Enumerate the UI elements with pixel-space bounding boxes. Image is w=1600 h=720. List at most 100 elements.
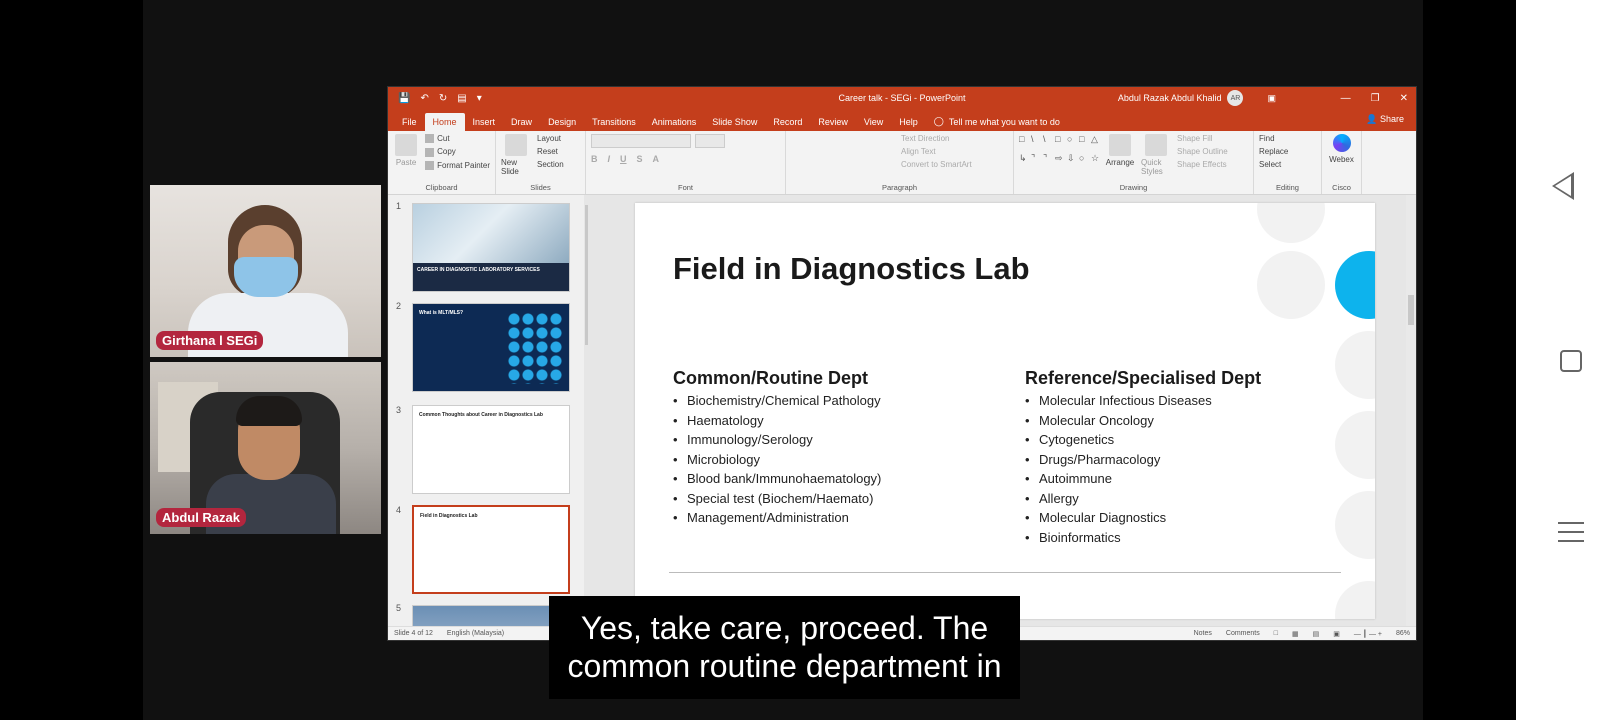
slide-thumbnail-1[interactable]: CAREER IN DIAGNOSTIC LABORATORY SERVICES (412, 203, 570, 292)
shape-fill-button[interactable]: Shape Fill (1177, 134, 1228, 143)
menu-icon[interactable] (1558, 522, 1584, 544)
share-button[interactable]: 👤 Share (1366, 114, 1404, 125)
strikethrough-icon[interactable]: S (637, 154, 643, 164)
minimize-icon[interactable]: — (1341, 93, 1351, 104)
slide-sorter-icon[interactable]: ▦ (1292, 630, 1299, 638)
tab-draw[interactable]: Draw (503, 113, 540, 131)
copy-button[interactable]: Copy (425, 147, 490, 157)
arrange-button[interactable]: Arrange (1105, 134, 1135, 182)
ribbon-display-icon[interactable]: ▣ (1267, 93, 1276, 104)
copy-icon (425, 147, 435, 157)
align-text-button[interactable]: Align Text (901, 147, 1008, 156)
new-slide-button[interactable]: New Slide (501, 134, 531, 182)
caption-line: common routine department in (567, 648, 1002, 684)
tab-file[interactable]: File (394, 113, 425, 131)
tab-transitions[interactable]: Transitions (584, 113, 644, 131)
comments-button[interactable]: Comments (1226, 630, 1260, 638)
normal-view-icon[interactable]: □ (1274, 630, 1278, 638)
select-button[interactable]: Select (1259, 160, 1288, 169)
webex-button[interactable]: Webex (1327, 134, 1356, 182)
tell-me-label: Tell me what you want to do (948, 116, 1060, 127)
zoom-level[interactable]: 86% (1396, 630, 1410, 638)
replace-button[interactable]: Replace (1259, 147, 1288, 156)
slide-thumbnail-4[interactable]: Field in Diagnostics Lab (412, 505, 570, 594)
home-icon[interactable] (1560, 350, 1582, 372)
tab-help[interactable]: Help (891, 113, 926, 131)
slide-title: Field in Diagnostics Lab (673, 251, 1030, 286)
slide-canvas[interactable]: Field in Diagnostics Lab Common/Routine … (635, 203, 1375, 619)
webex-label: Webex (1329, 155, 1354, 164)
notes-button[interactable]: Notes (1194, 630, 1212, 638)
live-caption: Yes, take care, proceed. The common rout… (549, 596, 1020, 699)
format-painter-button[interactable]: Format Painter (425, 161, 490, 171)
thumbnails-scrollbar[interactable] (584, 195, 588, 626)
tab-insert[interactable]: Insert (465, 113, 504, 131)
text-direction-button[interactable]: Text Direction (901, 134, 1008, 143)
list-item: Drugs/Pharmacology (1025, 450, 1261, 470)
cut-button[interactable]: Cut (425, 134, 490, 144)
zoom-slider[interactable]: — ┃ — + (1354, 630, 1382, 638)
decorative-circle (1335, 251, 1375, 319)
shapes-gallery[interactable]: □ \ \ □ ○ □ △ ↳ ⌝ ⌝ ⇨ ⇩ ○ ☆ (1019, 134, 1099, 170)
participant-tile-2[interactable]: Abdul Razak (150, 362, 381, 534)
right-column: Reference/Specialised Dept Molecular Inf… (1025, 368, 1261, 547)
shape-effects-button[interactable]: Shape Effects (1177, 160, 1228, 169)
quick-styles-label: Quick Styles (1141, 158, 1163, 176)
bold-icon[interactable]: B (591, 154, 598, 164)
convert-smartart-button[interactable]: Convert to SmartArt (901, 160, 1008, 169)
participant-tile-1[interactable]: Girthana l SEGi (150, 185, 381, 357)
lightbulb-icon: ◯ (933, 116, 944, 126)
tab-home[interactable]: Home (424, 113, 465, 131)
reading-view-icon[interactable]: ▤ (1313, 630, 1320, 638)
ribbon-tabs: File Home Insert Draw Design Transitions… (388, 109, 1416, 131)
window-controls: — ❐ ✕ (1341, 93, 1408, 104)
section-button[interactable]: Section (537, 160, 564, 169)
back-icon[interactable] (1552, 172, 1574, 200)
status-right: Notes Comments □ ▦ ▤ ▣ — ┃ — + 86% (1194, 630, 1410, 638)
face-mask (234, 257, 298, 297)
list-item: Molecular Infectious Diseases (1025, 391, 1261, 411)
underline-icon[interactable]: U (620, 154, 627, 164)
user-account[interactable]: Abdul Razak Abdul Khalid AR ▣ (1118, 90, 1276, 106)
paste-button[interactable]: Paste (393, 134, 419, 182)
scrollbar-thumb[interactable] (585, 205, 588, 345)
webex-icon (1332, 134, 1351, 152)
scrollbar-thumb[interactable] (1408, 295, 1414, 325)
arrange-icon (1109, 134, 1131, 156)
language-indicator[interactable]: English (Malaysia) (447, 630, 504, 637)
left-column: Common/Routine Dept Biochemistry/Chemica… (673, 368, 881, 528)
close-icon[interactable]: ✕ (1400, 93, 1408, 104)
decorative-circle (1257, 251, 1325, 319)
font-color-icon[interactable]: A (653, 154, 660, 164)
tab-slide-show[interactable]: Slide Show (704, 113, 765, 131)
tab-view[interactable]: View (856, 113, 891, 131)
layout-button[interactable]: Layout (537, 134, 564, 143)
thumbnail-text: Field in Diagnostics Lab (420, 513, 478, 519)
paste-icon (395, 134, 418, 156)
restore-icon[interactable]: ❐ (1371, 93, 1380, 104)
tab-animations[interactable]: Animations (644, 113, 705, 131)
reset-button[interactable]: Reset (537, 147, 564, 156)
slide-thumbnail-3[interactable]: Common Thoughts about Career in Diagnost… (412, 405, 570, 494)
find-button[interactable]: Find (1259, 134, 1288, 143)
font-name-box[interactable] (591, 134, 691, 148)
tab-design[interactable]: Design (540, 113, 584, 131)
slide-scrollbar[interactable] (1406, 195, 1416, 626)
list-item: Molecular Oncology (1025, 411, 1261, 431)
slide-thumbnail-5[interactable] (412, 605, 570, 626)
list-item: Autoimmune (1025, 469, 1261, 489)
italic-icon[interactable]: I (608, 154, 611, 164)
drawing-group: □ \ \ □ ○ □ △ ↳ ⌝ ⌝ ⇨ ⇩ ○ ☆ Arrange Quick Styles Sha… (1014, 131, 1254, 194)
slide-thumbnail-2[interactable]: What is MLT/MLS? (412, 303, 570, 392)
list-item: Biochemistry/Chemical Pathology (673, 391, 881, 411)
font-size-box[interactable] (695, 134, 725, 148)
tell-me-search[interactable]: ◯ Tell me what you want to do (926, 112, 1068, 131)
slideshow-view-icon[interactable]: ▣ (1333, 630, 1340, 638)
screen: Girthana l SEGi Abdul Razak 💾 ↶ ↻ ▤ ▾ Ca… (0, 0, 1600, 720)
tab-record[interactable]: Record (765, 113, 810, 131)
tab-review[interactable]: Review (810, 113, 856, 131)
quick-styles-button[interactable]: Quick Styles (1141, 134, 1171, 182)
user-name: Abdul Razak Abdul Khalid (1117, 93, 1222, 103)
shape-outline-button[interactable]: Shape Outline (1177, 147, 1228, 156)
group-label: Drawing (1119, 183, 1148, 192)
